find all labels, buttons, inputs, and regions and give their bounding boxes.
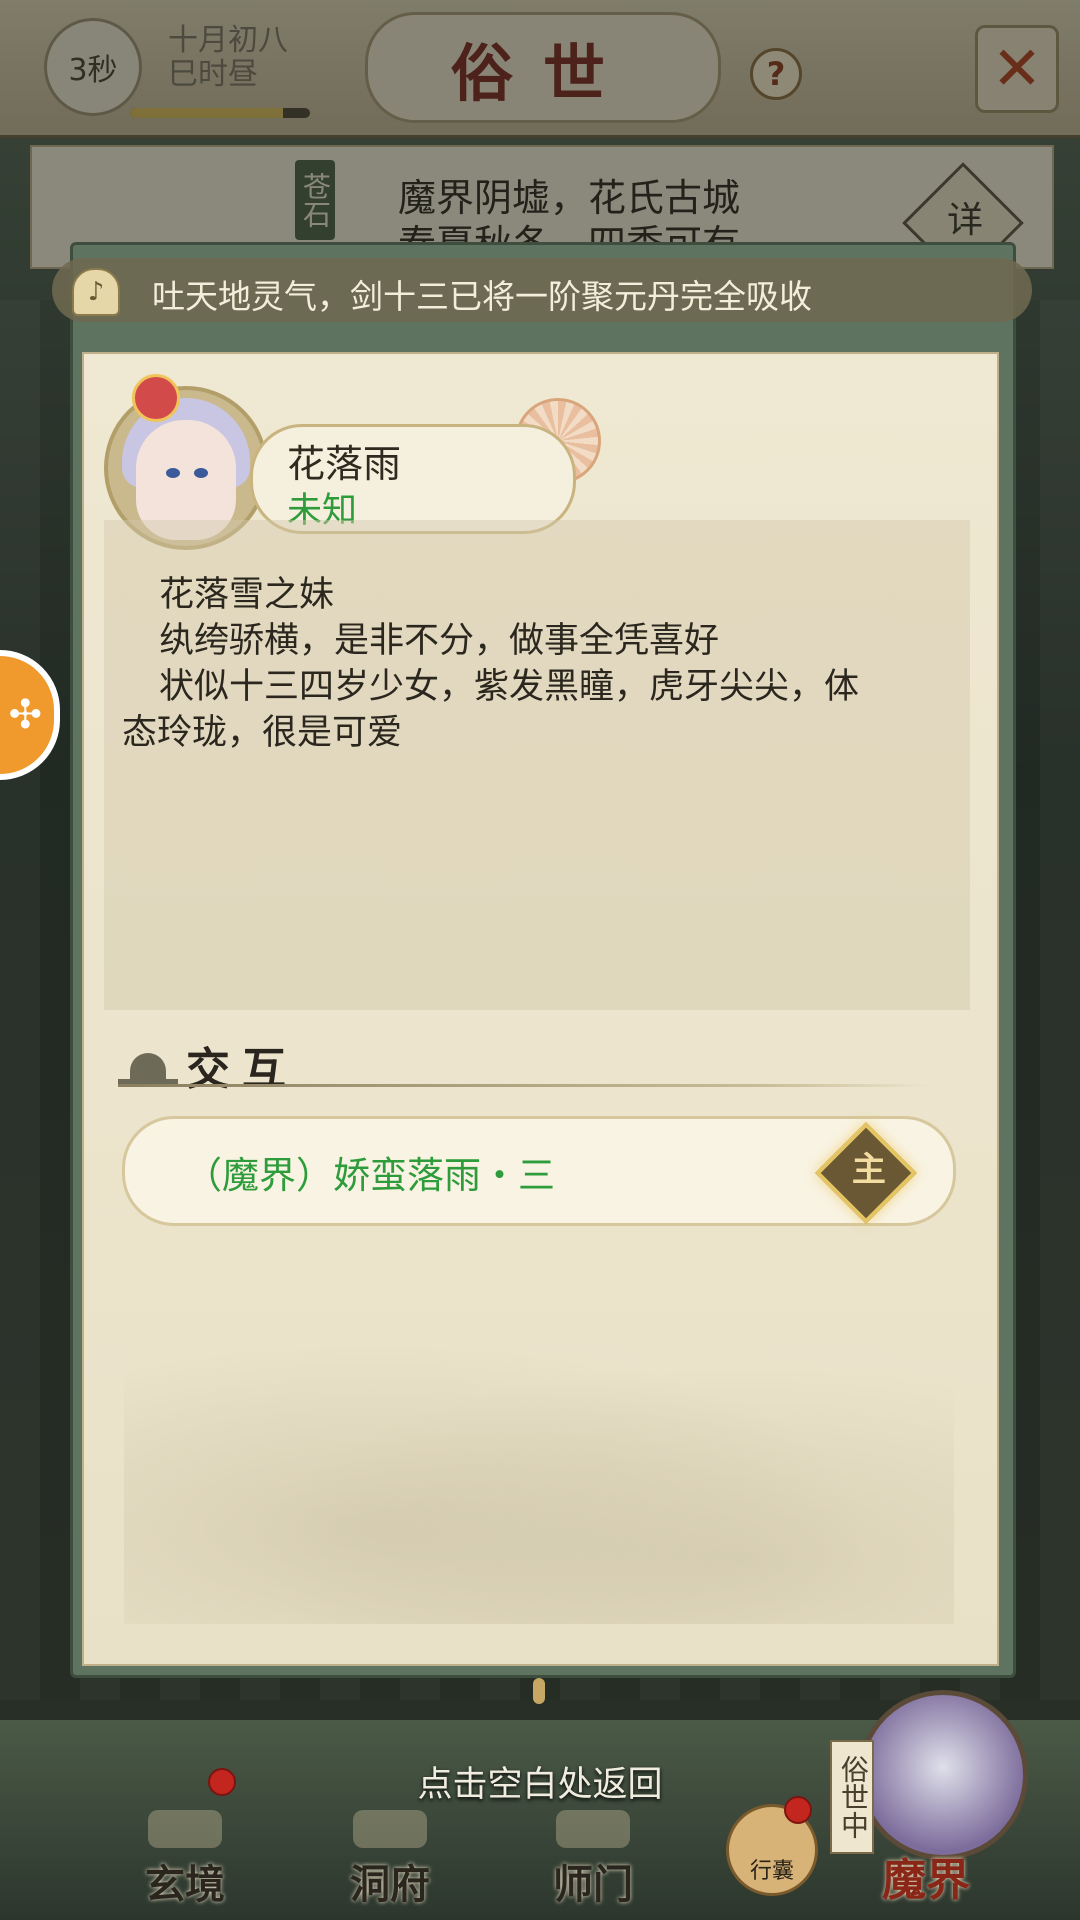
section-divider (118, 1084, 928, 1087)
gamepad-icon: ✣ (8, 692, 42, 738)
nav-dongfu[interactable]: 洞府 (335, 1810, 445, 1910)
notification-dot (784, 1796, 812, 1824)
task-label[interactable]: （魔界）娇蛮落雨・三 (185, 1145, 555, 1199)
nav-label: 洞府 (350, 1861, 430, 1908)
nav-label: 玄境 (145, 1861, 225, 1908)
world-status-tag: 俗世中 (830, 1740, 874, 1854)
world-name: 魔界 (882, 1855, 970, 1906)
interaction-section-title: 交互 (186, 1044, 298, 1095)
notification-icon: ♪ (48, 262, 144, 322)
description-line: 状似十三四岁少女，紫发黑瞳，虎牙尖尖，体 (159, 667, 860, 707)
gate-icon (556, 1810, 630, 1848)
npc-description-box: 花落雪之妹 纨绔骄横，是非不分，做事全凭喜好 状似十三四岁少女，紫发黑瞳，虎牙尖… (104, 520, 970, 1010)
section-hat-icon (118, 1053, 178, 1087)
description-line: 纨绔骄横，是非不分，做事全凭喜好 (159, 621, 720, 661)
description-line: 花落雪之妹 (159, 575, 335, 615)
notification-dot (208, 1768, 236, 1796)
scroll-icon (148, 1810, 222, 1848)
npc-portrait (104, 368, 268, 550)
bag-label: 行囊 (749, 1859, 794, 1884)
nav-xuanjing[interactable]: 玄境 (130, 1810, 240, 1910)
npc-name: 花落雨 (287, 442, 402, 486)
description-line: 态玲珑，很是可爱 (122, 713, 403, 753)
bell-icon: ♪ (72, 268, 120, 316)
badge-label: 主 (851, 1150, 886, 1191)
nav-label: 师门 (553, 1861, 633, 1908)
flower-hairpin-icon (132, 374, 180, 422)
world-map-button[interactable] (858, 1690, 1028, 1860)
panel-pin-icon (533, 1678, 545, 1704)
nav-shimen[interactable]: 师门 (538, 1810, 648, 1910)
notification-text: 吐天地灵气，剑十三已将一阶聚元丹完全吸收 (152, 277, 812, 316)
pavilion-icon (353, 1810, 427, 1848)
